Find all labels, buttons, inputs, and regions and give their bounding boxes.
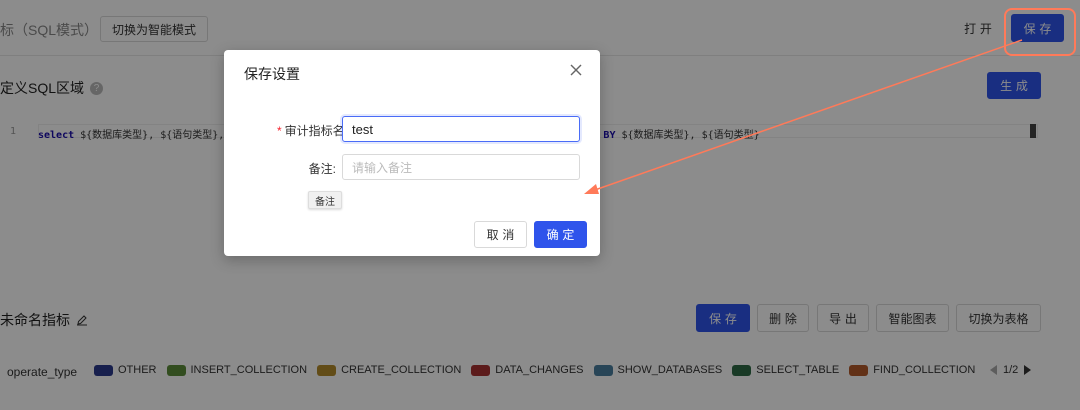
cancel-button[interactable]: 取 消 [474,221,527,248]
remark-input[interactable] [342,154,580,180]
save-settings-dialog: 保存设置 *审计指标名称: 备注: 备注 取 消 确 定 [224,50,600,256]
dialog-title: 保存设置 [244,66,300,82]
close-icon[interactable] [568,62,584,78]
annotation-highlight-box [1004,8,1076,56]
remark-label: 备注: [308,162,336,176]
confirm-button[interactable]: 确 定 [534,221,587,248]
remark-tooltip: 备注 [308,191,342,209]
metric-name-input[interactable] [342,116,580,142]
required-mark: * [276,124,282,138]
